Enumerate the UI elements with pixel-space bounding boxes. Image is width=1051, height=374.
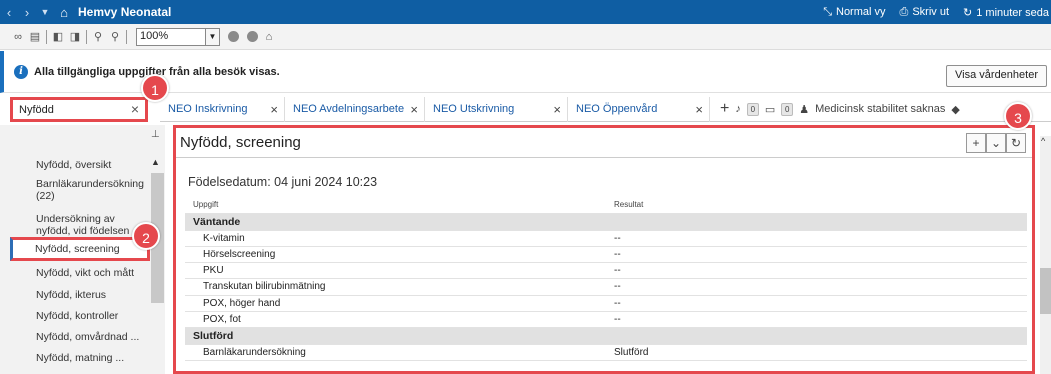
bell-count-badge: 0 <box>746 102 759 116</box>
table-row[interactable]: K-vitamin -- <box>185 231 1027 247</box>
home-icon[interactable]: ⌂ <box>54 5 74 20</box>
inbox-icon[interactable]: ▭ <box>765 103 775 116</box>
toolbar-divider <box>126 29 127 44</box>
add-button[interactable]: + <box>966 133 986 153</box>
zoom-value[interactable]: 100% <box>136 27 206 46</box>
app-title: Hemvy Neonatal <box>78 5 172 19</box>
page-prev-icon[interactable]: ◧ <box>52 30 64 43</box>
tab-neo-avdelningsarbete[interactable]: NEO Avdelningsarbete × <box>285 96 425 122</box>
callout-2: 2 <box>132 222 160 250</box>
panel-controls: + ⌄ ↻ <box>966 133 1026 153</box>
zoom-select[interactable]: 100% ▼ <box>136 27 220 46</box>
scrollbar-thumb[interactable] <box>1040 268 1051 314</box>
normal-view-button[interactable]: ⤡ Normal vy <box>823 6 885 19</box>
title-actions: ⤡ Normal vy ⎙ Skriv ut ↻ 1 minuter seda <box>823 0 1051 24</box>
panel-title: Nyfödd, screening <box>180 134 301 151</box>
chevron-up-icon[interactable]: ^ <box>1041 136 1045 146</box>
refresh-icon: ↻ <box>963 6 973 19</box>
medical-stability-status[interactable]: Medicinsk stabilitet saknas <box>815 103 945 115</box>
house-icon[interactable]: ⌂ <box>263 31 275 43</box>
chevron-down-icon[interactable]: ⌄ <box>986 133 1006 153</box>
close-icon[interactable]: × <box>131 101 139 117</box>
column-header-result[interactable]: Resultat <box>614 200 643 209</box>
circle-icon[interactable] <box>247 31 258 42</box>
close-icon[interactable]: × <box>270 102 278 117</box>
table-header: Uppgift Resultat <box>185 198 1027 215</box>
title-bar: ‹ › ▼ ⌂ Hemvy Neonatal ⤡ Normal vy ⎙ Skriv… <box>0 0 1051 24</box>
close-icon[interactable]: × <box>553 102 561 117</box>
toolbar-divider <box>86 29 87 44</box>
chevron-down-icon[interactable]: ▼ <box>206 27 220 46</box>
sidebar-item-ikterus[interactable]: Nyfödd, ikterus <box>36 289 176 301</box>
bell-icon[interactable]: ♪ <box>735 103 741 115</box>
birth-date: Födelsedatum: 04 juni 2024 10:23 <box>188 175 378 189</box>
person-icon: ♟ <box>799 103 810 116</box>
info-icon: i <box>14 65 28 79</box>
close-icon[interactable]: × <box>695 102 703 117</box>
forward-arrow-icon[interactable]: › <box>18 5 36 20</box>
chevron-down-icon[interactable]: ▼ <box>36 7 54 17</box>
callout-3: 3 <box>1004 102 1032 130</box>
column-header-task[interactable]: Uppgift <box>193 200 218 209</box>
page-next-icon[interactable]: ◨ <box>69 30 81 43</box>
sidebar-item-vikt-och-matt[interactable]: Nyfödd, vikt och mått <box>36 267 176 279</box>
inbox-count-badge: 0 <box>781 102 794 116</box>
tab-neo-oppenvard[interactable]: NEO Öppenvård × <box>568 96 710 122</box>
compress-icon: ⤡ <box>823 5 832 18</box>
callout-1: 1 <box>141 74 169 102</box>
table-row[interactable]: Hörselscreening -- <box>185 247 1027 264</box>
table-row[interactable]: POX, höger hand -- <box>185 296 1027 313</box>
sidebar-item-kontroller[interactable]: Nyfödd, kontroller <box>36 310 176 322</box>
zoom-in-icon[interactable]: ⚲ <box>109 30 121 43</box>
plus-icon[interactable]: + <box>720 100 729 118</box>
tab-extras: + ♪ 0 ▭ 0 ♟ Medicinsk stabilitet saknas … <box>720 100 960 118</box>
sidebar-item-oversikt[interactable]: Nyfödd, översikt <box>36 159 176 171</box>
table-row[interactable]: Barnläkarundersökning Slutförd <box>185 345 1027 361</box>
circle-icon[interactable] <box>228 31 239 42</box>
panel-header: Nyfödd, screening + ⌄ ↻ <box>176 128 1032 158</box>
printer-icon: ⎙ <box>899 5 909 18</box>
toolbar: ∞ ▤ ◧ ◨ ⚲ ⚲ 100% ▼ ⌂ <box>0 24 1051 50</box>
search-field[interactable]: Nyfödd × <box>10 97 148 122</box>
group-row[interactable]: Väntande <box>185 214 1027 231</box>
show-care-units-button[interactable]: Visa vårdenheter <box>946 65 1047 87</box>
tab-neo-utskrivning[interactable]: NEO Utskrivning × <box>425 96 568 122</box>
search-input[interactable]: Nyfödd <box>19 104 54 116</box>
refresh-button[interactable]: ↻ 1 minuter seda <box>963 6 1049 19</box>
sidebar-item-omvardnad[interactable]: Nyfödd, omvårdnad ... <box>36 331 176 343</box>
binoculars-icon[interactable]: ∞ <box>12 31 24 43</box>
back-arrow-icon[interactable]: ‹ <box>0 5 18 20</box>
group-row[interactable]: Slutförd <box>185 328 1027 345</box>
sidebar-item-barnlakarundersokning[interactable]: Barnläkarundersökning (22) <box>36 178 148 202</box>
sidebar: ⊥ ▲ Nyfödd, översikt Barnläkarundersökni… <box>0 125 165 374</box>
print-button[interactable]: ⎙ Skriv ut <box>900 6 950 19</box>
table-row[interactable]: PKU -- <box>185 263 1027 280</box>
sidebar-item-screening[interactable]: Nyfödd, screening <box>10 237 150 261</box>
screening-table: Uppgift Resultat Väntande K-vitamin -- H… <box>185 198 1027 361</box>
tag-icon[interactable]: ◆ <box>951 103 959 116</box>
table-row[interactable]: Transkutan bilirubinmätning -- <box>185 279 1027 296</box>
toolbar-divider <box>46 29 47 44</box>
tab-bar: NEO Inskrivning × NEO Avdelningsarbete × N… <box>160 96 1051 122</box>
close-icon[interactable]: × <box>410 102 418 117</box>
sidebar-item-matning[interactable]: Nyfödd, matning ... <box>36 352 176 364</box>
zoom-out-icon[interactable]: ⚲ <box>92 30 104 43</box>
main-scrollbar[interactable]: ^ <box>1040 136 1051 374</box>
tab-neo-inskrivning[interactable]: NEO Inskrivning × <box>160 96 285 122</box>
screening-panel: Nyfödd, screening + ⌄ ↻ Födelsedatum: 04… <box>173 125 1035 374</box>
refresh-icon[interactable]: ↻ <box>1006 133 1026 153</box>
clipboard-icon[interactable]: ▤ <box>29 30 41 43</box>
table-row[interactable]: POX, fot -- <box>185 312 1027 329</box>
pin-icon[interactable]: ⊥ <box>151 129 160 140</box>
